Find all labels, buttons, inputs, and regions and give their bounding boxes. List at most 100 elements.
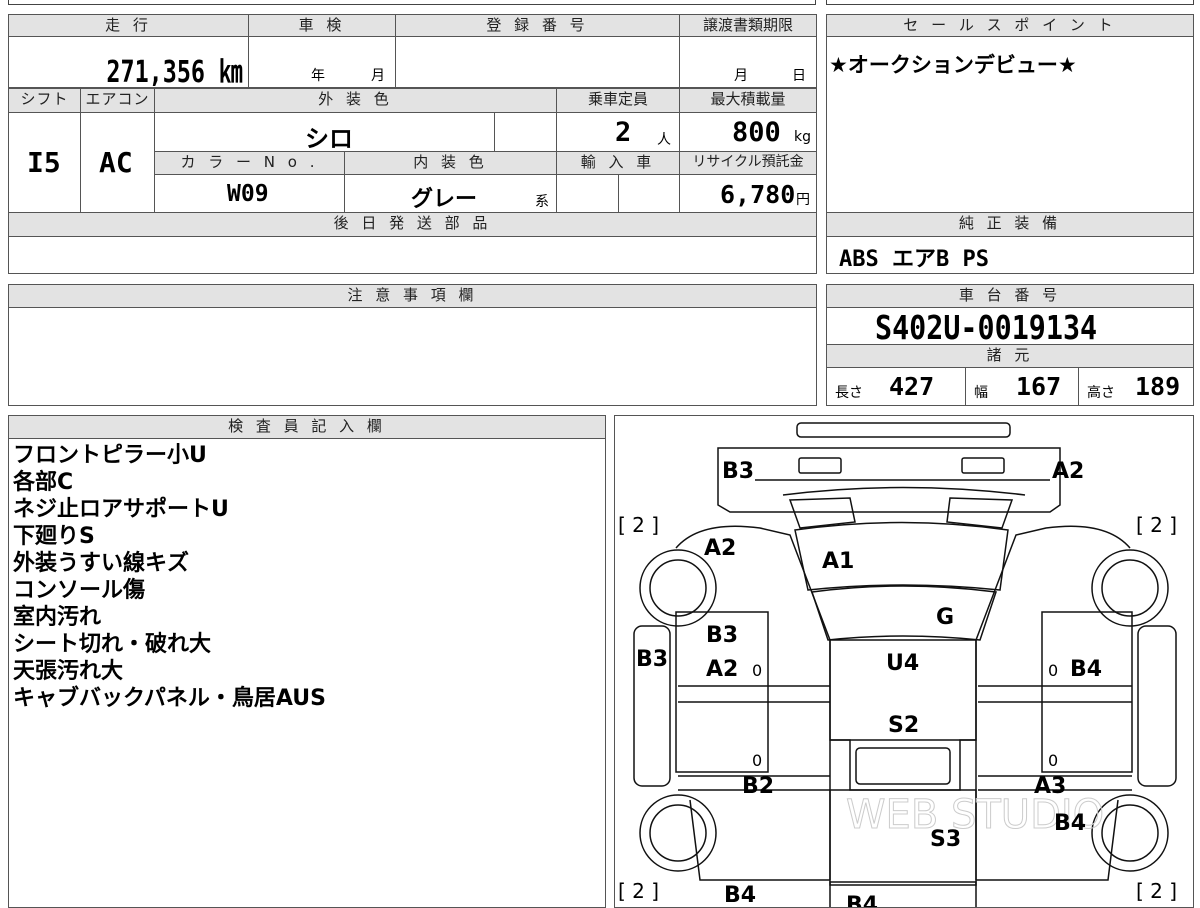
specs-width-label: 幅 bbox=[974, 385, 988, 401]
specs-length-cell: 長さ 427 bbox=[826, 367, 966, 406]
damage-label: U4 bbox=[886, 651, 919, 676]
mileage-header: 走 行 bbox=[8, 14, 249, 37]
color-no-cell: W09 bbox=[154, 174, 345, 213]
mileage-value: 271,356 ㎞ bbox=[105, 55, 242, 90]
specs-width-cell: 幅 167 bbox=[965, 367, 1079, 406]
capacity-value: 2 bbox=[615, 117, 632, 148]
damage-label: B4 bbox=[724, 883, 756, 908]
max-load-header: 最大積載量 bbox=[679, 88, 817, 113]
top-strip-right bbox=[826, 0, 1194, 5]
shift-value: I5 bbox=[27, 146, 61, 179]
wheel-front-right-shape bbox=[1091, 549, 1169, 627]
inspector-line: 天張汚れ大 bbox=[13, 659, 124, 684]
damage-label: A2 bbox=[1052, 459, 1084, 484]
transfer-deadline-cell: 月 日 bbox=[679, 36, 817, 88]
specs-length-label: 長さ bbox=[835, 385, 863, 401]
specs-length-value: 427 bbox=[889, 372, 935, 401]
damage-label: 0 bbox=[1048, 751, 1058, 770]
damage-label: B2 bbox=[742, 774, 774, 799]
damage-label: 0 bbox=[752, 661, 762, 680]
inspector-line: コンソール傷 bbox=[13, 578, 146, 603]
damage-label: B3 bbox=[636, 647, 668, 672]
chassis-no-value: S402U-0019134 bbox=[875, 308, 1098, 347]
inspector-cell: フロントピラー小U 各部C ネジ止ロアサポートU 下廻りS 外装うすい線キズ コ… bbox=[8, 438, 606, 908]
wiper-line-shape bbox=[782, 486, 1026, 496]
inspector-header: 検 査 員 記 入 欄 bbox=[8, 415, 606, 439]
damage-diagram-panel: WEB STUDIO [ 2 ] [ 2 ] [ 2 ] [ 2 ] B3 A2… bbox=[614, 415, 1194, 908]
hood-shape bbox=[811, 585, 998, 641]
import-car-cell-b bbox=[618, 174, 680, 213]
inspector-line: 外装うすい線キズ bbox=[13, 551, 190, 576]
damage-label: G bbox=[936, 605, 954, 630]
shaken-cell: 年 月 bbox=[248, 36, 396, 88]
headlight-right-shape bbox=[961, 457, 1005, 474]
damage-label: B4 bbox=[1070, 657, 1102, 682]
damage-label: A2 bbox=[706, 657, 738, 682]
sales-point-text: ★オークションデビュー★ bbox=[829, 53, 1077, 77]
wheel-rear-left-shape bbox=[639, 794, 717, 872]
top-strip bbox=[8, 0, 816, 5]
exterior-color-header: 外 装 色 bbox=[154, 88, 557, 113]
front-marker-shape bbox=[796, 422, 1011, 438]
import-car-header: 輸 入 車 bbox=[556, 151, 680, 175]
transfer-month-unit: 月 bbox=[734, 68, 748, 84]
later-parts-cell bbox=[8, 236, 817, 274]
genuine-equipment-value: ABS エアB PS bbox=[839, 247, 989, 272]
inspector-line: フロントピラー小U bbox=[13, 443, 207, 468]
console-shape bbox=[855, 747, 951, 785]
damage-label: 0 bbox=[752, 751, 762, 770]
later-parts-header: 後 日 発 送 部 品 bbox=[8, 212, 817, 237]
damage-label: B4 bbox=[1054, 811, 1086, 836]
tire-mark-rear-right: [ 2 ] bbox=[1136, 879, 1177, 903]
sales-point-header: セ ー ル ス ポ イ ン ト bbox=[826, 14, 1194, 37]
inspector-line: シート切れ・破れ大 bbox=[13, 632, 212, 657]
exterior-color-extra bbox=[494, 112, 557, 152]
body-left-shape bbox=[675, 525, 831, 880]
wheel-front-right-inner-shape bbox=[1101, 559, 1159, 617]
registration-cell bbox=[395, 36, 680, 88]
headlight-left-shape bbox=[798, 457, 842, 474]
door-right-shape bbox=[1041, 611, 1133, 773]
aircon-header: エアコン bbox=[80, 88, 155, 113]
interior-color-header: 内 装 色 bbox=[344, 151, 557, 175]
wheel-rear-right-inner-shape bbox=[1101, 804, 1159, 862]
damage-label: A1 bbox=[822, 549, 854, 574]
notes-cell bbox=[8, 307, 817, 406]
recycle-fee-value: 6,780 bbox=[720, 180, 796, 209]
aircon-cell: AC bbox=[80, 112, 155, 213]
mileage-cell: 271,356 ㎞ bbox=[8, 36, 249, 90]
color-no-value: W09 bbox=[227, 181, 269, 207]
damage-label: S3 bbox=[930, 827, 961, 852]
max-load-unit: kg bbox=[794, 129, 811, 145]
registration-header: 登 録 番 号 bbox=[395, 14, 680, 37]
damage-label: B3 bbox=[722, 459, 754, 484]
inspector-line: ネジ止ロアサポートU bbox=[13, 497, 229, 522]
specs-height-cell: 高さ 189 bbox=[1078, 367, 1194, 406]
genuine-equipment-cell: ABS エアB PS bbox=[826, 236, 1194, 274]
inspector-lines: フロントピラー小U 各部C ネジ止ロアサポートU 下廻りS 外装うすい線キズ コ… bbox=[13, 442, 326, 712]
wheel-rear-left-inner-shape bbox=[649, 804, 707, 862]
damage-label: A2 bbox=[704, 536, 736, 561]
genuine-equipment-header: 純 正 装 備 bbox=[826, 212, 1194, 237]
max-load-value: 800 bbox=[732, 117, 781, 148]
sales-point-cell: ★オークションデビュー★ bbox=[826, 36, 1194, 213]
interior-color-cell: グレー 系 bbox=[344, 174, 557, 213]
exterior-color-value: シロ bbox=[305, 125, 353, 153]
mirror-right-shape bbox=[1137, 625, 1177, 787]
damage-label: B3 bbox=[706, 623, 738, 648]
rear-frame-left-shape bbox=[689, 799, 830, 881]
specs-header: 諸 元 bbox=[826, 344, 1194, 368]
specs-width-value: 167 bbox=[1016, 372, 1062, 401]
tire-mark-rear-left: [ 2 ] bbox=[618, 879, 659, 903]
wheel-front-left-shape bbox=[639, 549, 717, 627]
interior-color-suffix: 系 bbox=[535, 194, 549, 210]
inspector-line: 各部C bbox=[13, 470, 74, 495]
specs-height-value: 189 bbox=[1135, 372, 1181, 401]
transfer-deadline-header: 譲渡書類期限 bbox=[679, 14, 817, 37]
color-no-header: カ ラ ー N o . bbox=[154, 151, 345, 175]
damage-label: 0 bbox=[1048, 661, 1058, 680]
interior-color-value: グレー bbox=[411, 187, 478, 212]
wiper-slot-right-shape bbox=[946, 497, 1014, 529]
tire-mark-front-left: [ 2 ] bbox=[618, 513, 659, 537]
damage-label: A3 bbox=[1034, 774, 1066, 799]
